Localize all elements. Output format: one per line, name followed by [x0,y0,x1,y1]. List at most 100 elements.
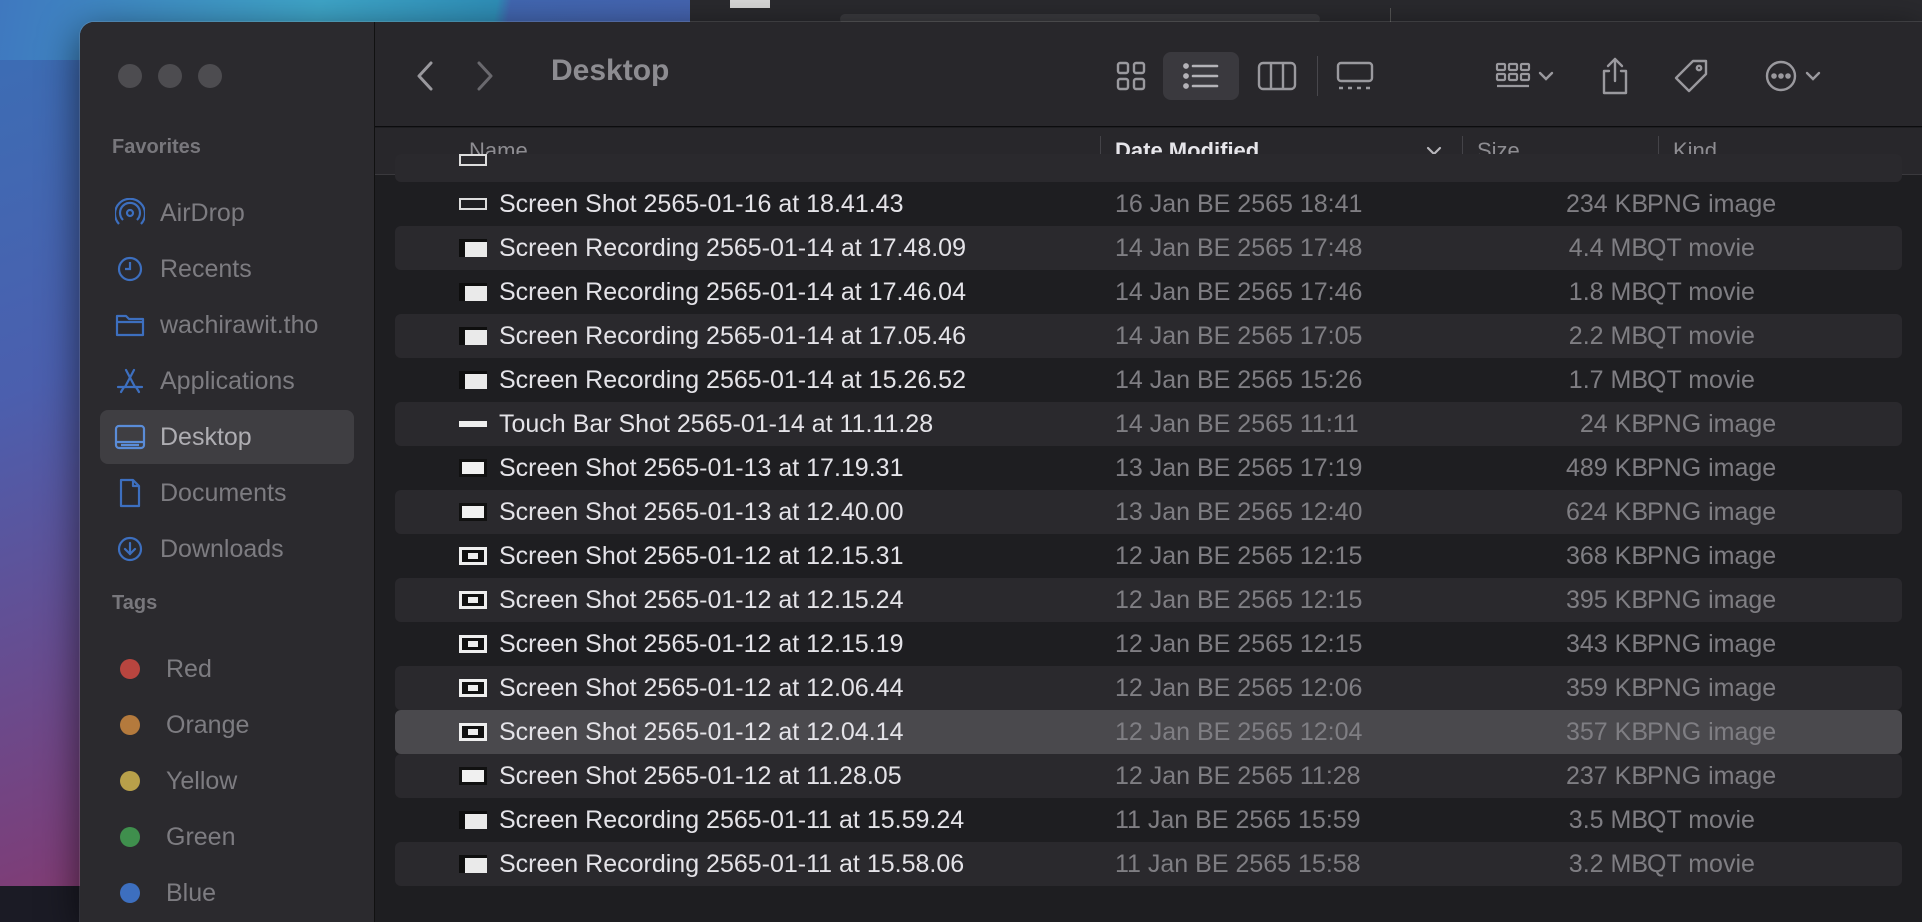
file-thumbnail-icon [459,811,487,829]
sidebar-item-label: Documents [160,478,287,507]
file-thumbnail-icon [459,591,487,609]
file-thumbnail-icon [459,371,487,389]
file-thumbnail-icon [459,855,487,873]
tag-color-dot-icon [120,827,140,847]
cell-name: Screen Recording 2565-01-14 at 15.26.52 [499,365,966,394]
sidebar: Favorites AirDrop Recents wachirawit.tho Ap… [80,22,375,922]
cell-kind: PNG image [1647,497,1777,526]
cell-name: Screen Shot 2565-01-16 at 18.41.43 [499,189,904,218]
sidebar-item-downloads[interactable]: Downloads [100,522,354,576]
cell-size: 1.7 MB [1568,365,1648,394]
table-row[interactable]: Screen Recording 2565-01-14 at 17.48.09 1… [395,226,1902,270]
sidebar-tag-label: Green [166,822,236,851]
cell-date: 12 Jan BE 2565 12:15 [1115,629,1363,658]
close-window-button[interactable] [118,64,142,88]
table-row[interactable]: Screen Shot 2565-01-12 at 12.15.31 12 Jan… [395,534,1902,578]
table-row[interactable]: Screen Shot 2565-01-16 at 18.41.43 16 Jan… [395,182,1902,226]
cell-name: Screen Recording 2565-01-14 at 17.48.09 [499,233,966,262]
back-button[interactable] [405,52,445,100]
gallery-view-button[interactable] [1327,52,1383,100]
list-icon [1183,63,1219,89]
window-controls [118,64,222,88]
table-row[interactable]: Screen Shot 2565-01-12 at 12.15.19 12 Jan… [395,622,1902,666]
sidebar-item-documents[interactable]: Documents [100,466,354,520]
cell-date: 13 Jan BE 2565 12:40 [1115,497,1363,526]
cell-date: 11 Jan BE 2565 15:59 [1115,805,1361,834]
cell-date: 14 Jan BE 2565 17:46 [1115,277,1363,306]
table-row[interactable]: Screen Shot 2565-01-12 at 11.28.05 12 Jan… [395,754,1902,798]
zoom-window-button[interactable] [198,64,222,88]
cell-kind: PNG image [1647,189,1777,218]
icon-view-button[interactable] [1103,52,1159,100]
sidebar-tag-blue[interactable]: Blue [100,866,354,920]
desktop-icon [114,421,146,453]
chevron-down-icon [1538,71,1554,81]
cell-kind: PNG image [1647,717,1777,746]
sidebar-item-label: Applications [160,366,295,395]
sidebar-tag-label: Yellow [166,766,238,795]
sidebar-tag-orange[interactable]: Orange [100,698,354,752]
minimize-window-button[interactable] [158,64,182,88]
tag-color-dot-icon [120,659,140,679]
document-icon [114,477,146,509]
tag-button[interactable] [1669,52,1713,100]
column-view-button[interactable] [1249,52,1305,100]
table-row[interactable]: Screen Recording 2565-01-11 at 15.59.24 1… [395,798,1902,842]
table-row[interactable]: Screen Shot 2565-01-13 at 17.19.31 13 Jan… [395,446,1902,490]
cell-date: 13 Jan BE 2565 17:19 [1115,453,1363,482]
file-thumbnail-icon [459,327,487,345]
cell-name: Screen Shot 2565-01-12 at 12.15.31 [499,541,904,570]
forward-button[interactable] [465,52,505,100]
sidebar-item-applications[interactable]: Applications [100,354,354,408]
cell-kind: QT movie [1647,321,1755,350]
cell-name: Screen Recording 2565-01-14 at 17.46.04 [499,277,966,306]
cell-date: 11 Jan BE 2565 15:58 [1115,849,1361,878]
table-row[interactable]: Touch Bar Shot 2565-01-14 at 11.11.28 14 … [395,402,1902,446]
file-thumbnail-icon [459,459,487,477]
cell-date: 12 Jan BE 2565 12:15 [1115,541,1363,570]
toolbar-separator [1317,56,1318,96]
table-row[interactable]: Screen Shot 2565-01-12 at 12.06.44 12 Jan… [395,666,1902,710]
window-title: Desktop [551,54,670,87]
table-row[interactable]: Screen Shot 2565-01-12 at 12.04.14 12 Jan… [395,710,1902,754]
group-button[interactable] [1485,52,1565,100]
table-row[interactable]: Screen Recording 2565-01-14 at 15.26.52 1… [395,358,1902,402]
share-button[interactable] [1593,52,1637,100]
cell-size: 395 KB [1565,585,1648,614]
sidebar-item-wachirawit-tho[interactable]: wachirawit.tho [100,298,354,352]
table-row-partial[interactable] [395,154,1902,182]
sidebar-item-desktop[interactable]: Desktop [100,410,354,464]
applications-icon [114,365,146,397]
cell-name: Screen Shot 2565-01-12 at 12.06.44 [499,673,904,702]
more-actions-button[interactable] [1753,52,1833,100]
tag-color-dot-icon [120,715,140,735]
sidebar-tag-red[interactable]: Red [100,642,354,696]
cell-name: Screen Recording 2565-01-11 at 15.59.24 [499,805,965,834]
share-icon [1602,57,1628,95]
sidebar-tag-label: Orange [166,710,250,739]
table-row[interactable]: Screen Recording 2565-01-11 at 15.58.06 1… [395,842,1902,886]
cell-kind: PNG image [1647,761,1777,790]
cell-kind: QT movie [1647,277,1755,306]
cell-date: 14 Jan BE 2565 17:05 [1115,321,1363,350]
cell-size: 357 KB [1565,717,1648,746]
gallery-icon [1336,61,1374,90]
cell-name: Screen Shot 2565-01-12 at 12.04.14 [499,717,904,746]
sidebar-item-label: Recents [160,254,252,283]
table-row[interactable]: Screen Shot 2565-01-12 at 12.15.24 12 Jan… [395,578,1902,622]
list-view-button[interactable] [1163,52,1239,100]
cell-size: 3.5 MB [1568,805,1648,834]
group-icon [1495,62,1531,88]
cell-kind: QT movie [1647,849,1755,878]
file-thumbnail-icon [459,198,487,210]
sidebar-tag-yellow[interactable]: Yellow [100,754,354,808]
sidebar-item-airdrop[interactable]: AirDrop [100,186,354,240]
cell-kind: QT movie [1647,365,1755,394]
table-row[interactable]: Screen Shot 2565-01-13 at 12.40.00 13 Jan… [395,490,1902,534]
sidebar-item-recents[interactable]: Recents [100,242,354,296]
sidebar-tag-green[interactable]: Green [100,810,354,864]
file-thumbnail-icon [459,679,487,697]
table-row[interactable]: Screen Recording 2565-01-14 at 17.46.04 1… [395,270,1902,314]
table-row[interactable]: Screen Recording 2565-01-14 at 17.05.46 1… [395,314,1902,358]
cell-kind: PNG image [1647,541,1777,570]
